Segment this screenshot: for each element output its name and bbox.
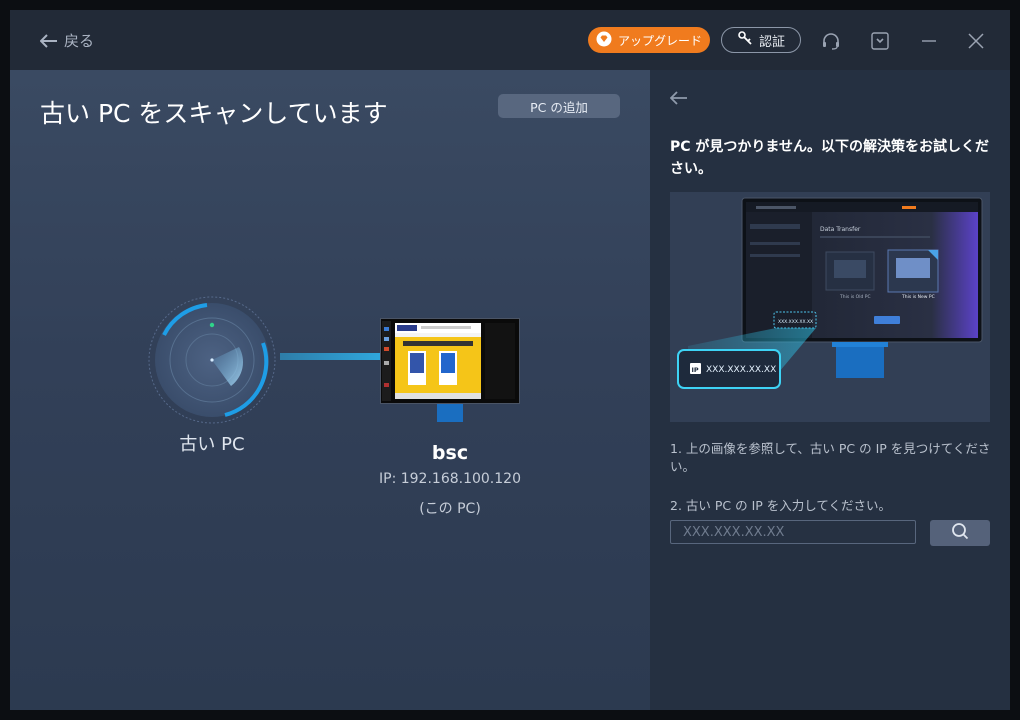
- illus-ip-badge: IP: [692, 366, 699, 374]
- upgrade-label: アップグレード: [617, 33, 702, 48]
- step-2-text: 2. 古い PC の IP を入力してください。: [670, 498, 892, 513]
- connection-line: [280, 353, 380, 360]
- found-pc-note: (この PC): [419, 501, 481, 517]
- arrow-left-icon: [40, 33, 58, 48]
- illus-old-pc: This is Old PC: [839, 294, 871, 300]
- ip-input[interactable]: [670, 520, 916, 544]
- minimize-icon[interactable]: [918, 30, 940, 52]
- headset-icon[interactable]: [820, 30, 842, 52]
- step-1-text: 1. 上の画像を参照して、古い PC の IP を見つけてください。: [670, 441, 991, 474]
- close-icon[interactable]: [965, 30, 987, 52]
- illus-ip-large: XXX.XXX.XX.XX: [706, 365, 776, 375]
- diamond-icon: [596, 31, 612, 50]
- help-heading: PC が見つかりません。以下の解決策をお試しください。: [670, 139, 989, 177]
- activate-button[interactable]: 認証: [721, 27, 801, 53]
- search-button[interactable]: [930, 520, 990, 546]
- found-pc-name[interactable]: bsc: [360, 442, 540, 464]
- illus-ip-small: XXX.XXX.XX.XX: [778, 319, 813, 325]
- back-label: 戻る: [64, 32, 95, 50]
- monitor-icon[interactable]: [380, 318, 520, 426]
- download-icon[interactable]: [869, 30, 891, 52]
- title-bar: 戻る アップグレード 認証: [10, 10, 1010, 70]
- page-title: 古い PC をスキャンしています: [40, 99, 388, 128]
- ip-guide-illustration: Data Transfer This is Old PC This is New…: [670, 192, 990, 422]
- back-button[interactable]: 戻る: [40, 30, 94, 51]
- radar-icon: [147, 295, 277, 425]
- arrow-left-icon: [669, 90, 688, 109]
- activate-label: 認証: [758, 34, 785, 50]
- upgrade-button[interactable]: アップグレード: [588, 27, 710, 53]
- help-panel: PC が見つかりません。以下の解決策をお試しください。 Data Transfe…: [650, 70, 1010, 710]
- key-icon: [737, 30, 753, 50]
- search-icon: [951, 522, 969, 544]
- illus-app-title: Data Transfer: [820, 226, 861, 233]
- illus-new-pc: This is New PC: [901, 294, 935, 300]
- pc-screen-thumbnail: [380, 318, 520, 404]
- help-back-button[interactable]: [669, 90, 688, 109]
- found-pc-ip: IP: 192.168.100.120: [379, 471, 521, 487]
- add-pc-button[interactable]: PC の追加: [498, 94, 620, 118]
- monitor-stand: [437, 404, 463, 422]
- app-window: 戻る アップグレード 認証 古い PC をスキャンしています PC の追加 古い…: [10, 10, 1010, 710]
- old-pc-label: 古い PC: [179, 434, 245, 455]
- scan-panel: 古い PC をスキャンしています PC の追加 古い PC bsc IP: 19…: [10, 70, 650, 710]
